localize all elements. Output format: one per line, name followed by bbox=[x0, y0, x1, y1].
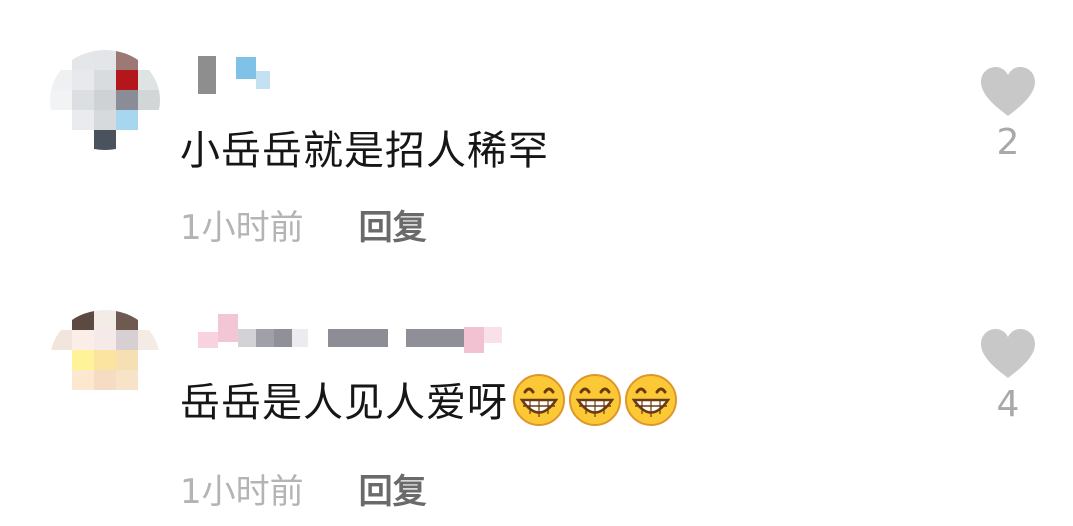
grinning-face-emoji bbox=[624, 373, 677, 426]
comment-meta: 1小时前 回复 bbox=[180, 464, 427, 513]
comment-text: 岳岳是人见人爱呀 bbox=[180, 370, 677, 428]
comment-text-content: 岳岳是人见人爱呀 bbox=[180, 380, 508, 426]
timestamp: 1小时前 bbox=[180, 472, 304, 512]
reply-button[interactable]: 回复 bbox=[359, 464, 427, 513]
avatar[interactable] bbox=[50, 310, 160, 410]
comment-item: 岳岳是人见人爱呀 1小时前 回复 4 bbox=[0, 0, 1073, 512]
heart-icon[interactable] bbox=[979, 328, 1037, 380]
grinning-face-emoji bbox=[568, 373, 621, 426]
grinning-face-emoji bbox=[512, 373, 565, 426]
like-count: 4 bbox=[996, 384, 1020, 425]
username-blurred[interactable] bbox=[198, 313, 502, 353]
like-control[interactable]: 4 bbox=[975, 328, 1041, 425]
